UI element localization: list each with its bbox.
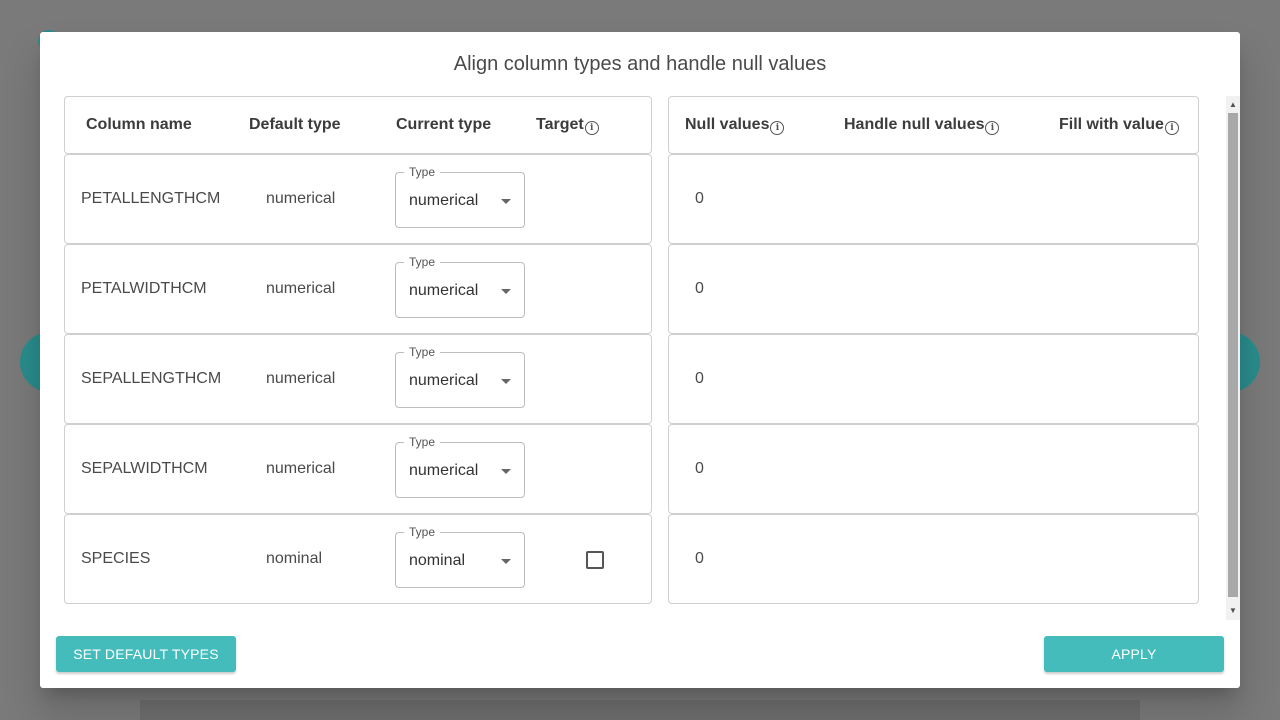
types-header-card: Column name Default type Current type Ta… bbox=[64, 96, 652, 154]
type-select-label: Type bbox=[404, 345, 441, 359]
scrollbar-thumb[interactable] bbox=[1228, 113, 1238, 597]
column-row: SPECIES nominal Type nominal bbox=[64, 514, 652, 604]
scroll-down-icon[interactable]: ▼ bbox=[1226, 604, 1240, 618]
null-values-header-label: Null values bbox=[685, 116, 770, 133]
column-row: PETALWIDTHCM numerical Type numerical bbox=[64, 244, 652, 334]
handle-null-header: Handle null values i bbox=[844, 116, 1000, 135]
column-name: PETALWIDTHCM bbox=[81, 280, 207, 297]
type-select-value: numerical bbox=[409, 462, 479, 479]
column-name: SPECIES bbox=[81, 550, 151, 567]
null-row: 0 bbox=[668, 514, 1199, 604]
type-select[interactable]: Type numerical bbox=[395, 345, 525, 408]
type-select-label: Type bbox=[404, 525, 441, 539]
dialog-content: Column name Default type Current type Ta… bbox=[64, 96, 1240, 620]
dropdown-arrow-icon bbox=[501, 199, 511, 204]
type-select-value: nominal bbox=[409, 552, 466, 569]
null-row: 0 bbox=[668, 334, 1199, 424]
type-select-value: numerical bbox=[409, 282, 479, 299]
null-row: 0 bbox=[668, 154, 1199, 244]
type-select-value: numerical bbox=[409, 192, 479, 209]
dropdown-arrow-icon bbox=[501, 289, 511, 294]
null-values-header: Null values i bbox=[685, 116, 785, 135]
type-select[interactable]: Type numerical bbox=[395, 435, 525, 498]
null-count: 0 bbox=[695, 460, 704, 477]
column-name-header: Column name bbox=[86, 116, 192, 133]
null-count: 0 bbox=[695, 190, 704, 207]
set-default-types-button[interactable]: SET DEFAULT TYPES bbox=[56, 636, 236, 672]
default-type: numerical bbox=[266, 370, 336, 387]
dialog-title: Align column types and handle null value… bbox=[453, 53, 827, 75]
default-type: numerical bbox=[266, 280, 336, 297]
info-icon[interactable]: i bbox=[985, 121, 1000, 135]
handle-null-header-label: Handle null values bbox=[844, 116, 985, 133]
scroll-up-icon[interactable]: ▲ bbox=[1226, 98, 1240, 112]
apply-button[interactable]: APPLY bbox=[1044, 636, 1224, 672]
vertical-scrollbar[interactable]: ▲ ▼ bbox=[1226, 96, 1240, 620]
dropdown-arrow-icon bbox=[501, 559, 511, 564]
type-select-label: Type bbox=[404, 165, 441, 179]
column-row: SEPALWIDTHCM numerical Type numerical bbox=[64, 424, 652, 514]
default-type-header: Default type bbox=[249, 116, 341, 133]
target-header: Target i bbox=[536, 116, 599, 135]
column-name: SEPALWIDTHCM bbox=[81, 460, 208, 477]
dropdown-arrow-icon bbox=[501, 469, 511, 474]
column-row: SEPALLENGTHCM numerical Type numerical bbox=[64, 334, 652, 424]
column-name: SEPALLENGTHCM bbox=[81, 370, 222, 387]
target-checkbox[interactable] bbox=[586, 551, 604, 569]
default-type: numerical bbox=[266, 460, 336, 477]
type-select[interactable]: Type numerical bbox=[395, 255, 525, 318]
column-row: PETALLENGTHCM numerical Type numerical bbox=[64, 154, 652, 244]
null-count: 0 bbox=[695, 370, 704, 387]
dropdown-arrow-icon bbox=[501, 379, 511, 384]
fill-with-header-label: Fill with value bbox=[1059, 116, 1164, 133]
type-select[interactable]: Type nominal bbox=[395, 525, 525, 588]
default-type: nominal bbox=[266, 550, 323, 567]
info-icon[interactable]: i bbox=[770, 121, 785, 135]
null-row: 0 bbox=[668, 424, 1199, 514]
null-count: 0 bbox=[695, 550, 704, 567]
type-select-value: numerical bbox=[409, 372, 479, 389]
fill-with-header: Fill with value i bbox=[1059, 116, 1179, 135]
info-icon[interactable]: i bbox=[584, 121, 599, 135]
type-select-label: Type bbox=[404, 255, 441, 269]
info-icon[interactable]: i bbox=[1164, 121, 1179, 135]
null-row: 0 bbox=[668, 244, 1199, 334]
type-select-label: Type bbox=[404, 435, 441, 449]
target-header-label: Target bbox=[536, 116, 584, 133]
background-bar bbox=[140, 700, 1140, 720]
default-type: numerical bbox=[266, 190, 336, 207]
current-type-header: Current type bbox=[396, 116, 492, 133]
type-select[interactable]: Type numerical bbox=[395, 165, 525, 228]
column-name: PETALLENGTHCM bbox=[81, 190, 221, 207]
nulls-header-card: Null values i Handle null values i Fill wi… bbox=[668, 96, 1199, 154]
null-count: 0 bbox=[695, 280, 704, 297]
align-types-dialog: Align column types and handle null value… bbox=[40, 32, 1240, 688]
